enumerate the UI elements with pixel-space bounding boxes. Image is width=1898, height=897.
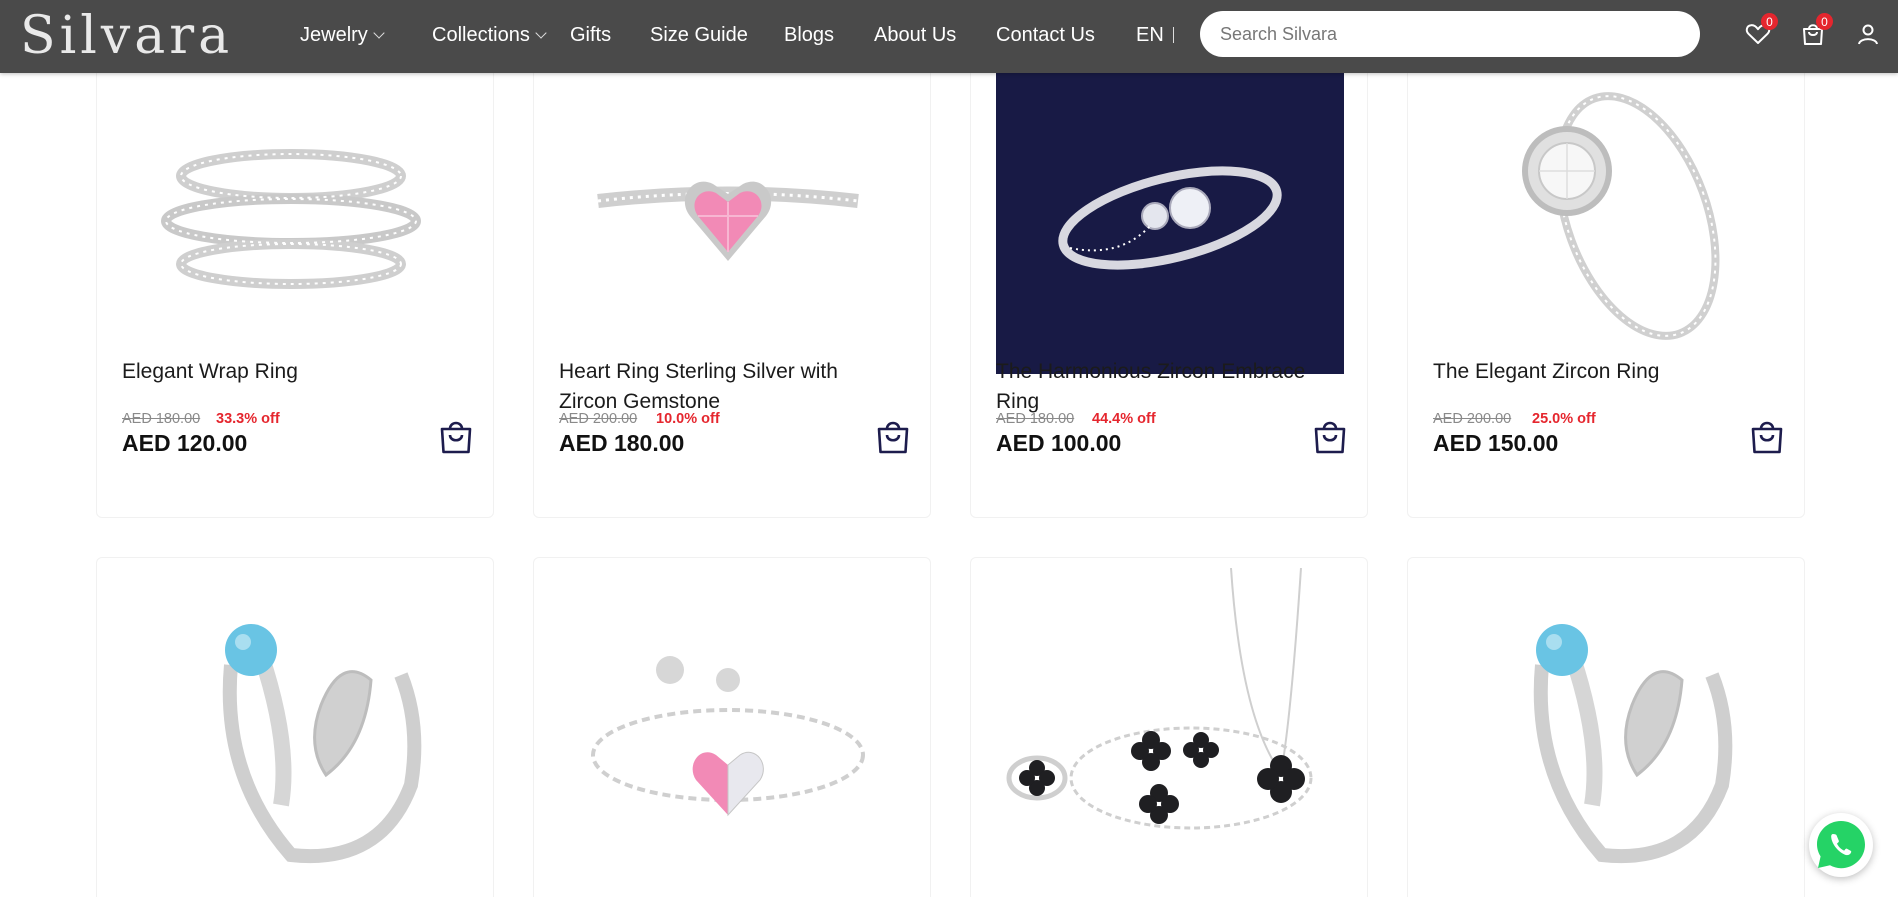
product-discount: 10.0% off <box>656 411 720 427</box>
product-title[interactable]: The Harmonious Zircon Embrace Ring <box>996 357 1326 417</box>
product-price: AED 100.00 <box>996 430 1122 456</box>
product-old-price: AED 200.00 <box>1433 411 1512 427</box>
wrap-ring-image <box>161 149 421 289</box>
heart-chain-ring-image <box>591 656 865 817</box>
nav-jewelry[interactable]: Jewelry <box>300 0 385 70</box>
product-price: AED 120.00 <box>122 430 248 456</box>
product-title[interactable]: Heart Ring Sterling Silver with Zircon G… <box>559 357 889 417</box>
shopping-bag-icon <box>440 421 472 454</box>
product-image[interactable] <box>117 66 465 366</box>
product-card[interactable] <box>533 557 931 897</box>
product-card[interactable] <box>96 557 494 897</box>
product-discount: 44.4% off <box>1092 411 1156 427</box>
heart-ring-image <box>597 181 859 261</box>
whatsapp-chat-button[interactable] <box>1809 813 1873 877</box>
product-old-price: AED 180.00 <box>122 411 201 427</box>
account-button[interactable] <box>1852 18 1884 50</box>
clover-jewelry-set-image <box>1006 568 1313 830</box>
embrace-ring-image <box>1058 165 1282 270</box>
nav-collections-label: Collections <box>432 23 530 46</box>
zircon-ring-image <box>1522 92 1720 340</box>
nav-collections[interactable]: Collections <box>432 0 547 70</box>
brand-logo[interactable]: Silvara <box>20 6 233 66</box>
add-to-cart-button[interactable] <box>1750 419 1784 455</box>
cart-count-badge: 0 <box>1816 13 1833 30</box>
product-image[interactable] <box>554 66 902 366</box>
nav-jewelry-label: Jewelry <box>300 23 368 46</box>
user-icon <box>1858 24 1878 45</box>
nav-gifts[interactable]: Gifts <box>570 0 611 70</box>
chevron-down-icon <box>373 27 385 39</box>
product-old-price: AED 200.00 <box>559 411 638 427</box>
product-discount: 33.3% off <box>216 411 280 427</box>
product-old-price: AED 180.00 <box>996 411 1075 427</box>
turquoise-leaf-ring-image <box>1533 624 1733 864</box>
product-card[interactable]: The Harmonious Zircon Embrace Ring AED 1… <box>970 40 1368 518</box>
shopping-bag-icon <box>877 421 909 454</box>
product-card[interactable]: The Elegant Zircon Ring AED 200.00 25.0%… <box>1407 40 1805 518</box>
add-to-cart-button[interactable] <box>876 419 910 455</box>
shopping-bag-icon <box>1751 421 1783 454</box>
product-image[interactable] <box>996 41 1344 374</box>
nav-blogs[interactable]: Blogs <box>784 0 834 70</box>
turquoise-leaf-ring-image <box>222 624 422 864</box>
product-card[interactable]: Heart Ring Sterling Silver with Zircon G… <box>533 40 931 518</box>
language-switcher[interactable]: EN <box>1136 0 1175 70</box>
product-card[interactable] <box>970 557 1368 897</box>
wishlist-button[interactable]: 0 <box>1742 13 1778 50</box>
nav-about-us[interactable]: About Us <box>874 0 956 70</box>
product-price: AED 180.00 <box>559 430 685 456</box>
product-image[interactable] <box>117 580 465 880</box>
product-image[interactable] <box>554 580 902 880</box>
add-to-cart-button[interactable] <box>1313 419 1347 455</box>
cart-button[interactable]: 0 <box>1797 13 1833 50</box>
product-image[interactable] <box>1428 580 1776 880</box>
product-title[interactable]: Elegant Wrap Ring <box>122 357 452 387</box>
wishlist-count-badge: 0 <box>1761 13 1778 30</box>
search-input[interactable] <box>1200 11 1700 57</box>
whatsapp-icon <box>1817 821 1865 869</box>
chevron-down-icon <box>535 27 547 39</box>
shopping-bag-icon <box>1314 421 1346 454</box>
language-label: EN <box>1136 23 1164 46</box>
product-image[interactable] <box>991 568 1339 868</box>
top-navbar: Silvara Jewelry Collections Gifts Size G… <box>0 0 1898 73</box>
product-price: AED 150.00 <box>1433 430 1559 456</box>
product-card[interactable]: Elegant Wrap Ring AED 180.00 33.3% off A… <box>96 40 494 518</box>
nav-contact-us[interactable]: Contact Us <box>996 0 1095 70</box>
product-title[interactable]: The Elegant Zircon Ring <box>1433 357 1763 387</box>
product-discount: 25.0% off <box>1532 411 1596 427</box>
add-to-cart-button[interactable] <box>439 419 473 455</box>
product-image[interactable] <box>1428 66 1776 366</box>
nav-size-guide[interactable]: Size Guide <box>650 0 748 70</box>
product-card[interactable] <box>1407 557 1805 897</box>
language-divider <box>1172 27 1175 43</box>
